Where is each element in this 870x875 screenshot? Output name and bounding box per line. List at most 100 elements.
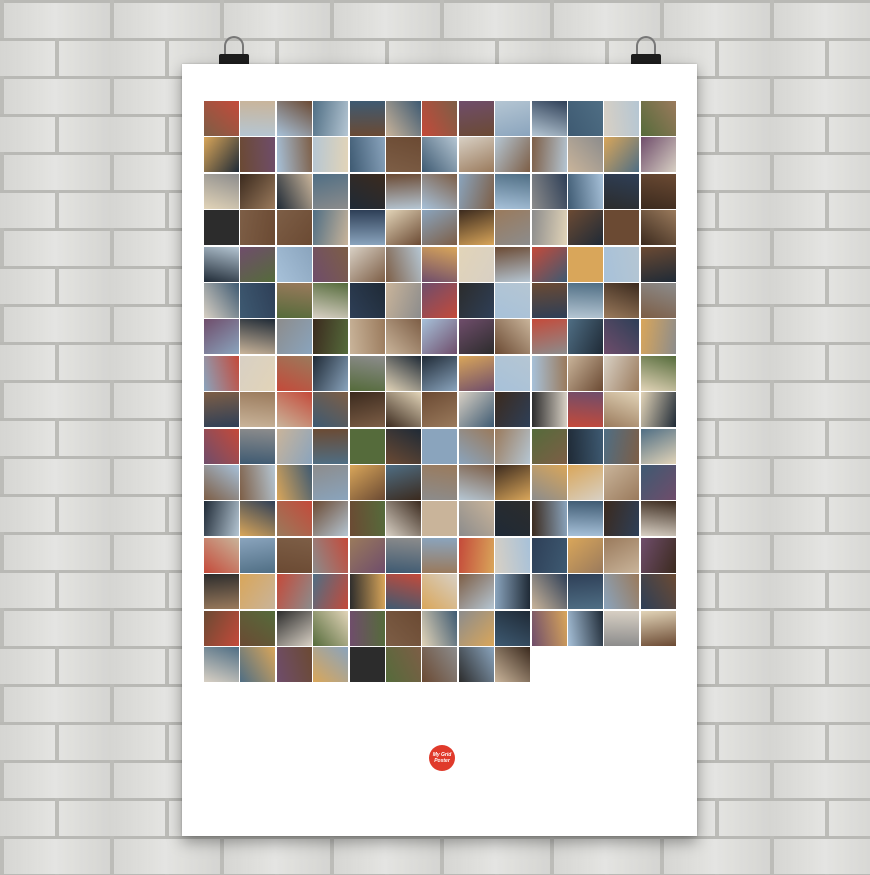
photo-tile <box>240 101 276 136</box>
photo-tile <box>349 283 385 318</box>
photo-tile <box>349 246 385 282</box>
poster-logo-text: My Grid Poster <box>432 752 452 764</box>
photo-tile <box>386 173 421 209</box>
photo-tile <box>386 246 421 282</box>
photo-tile <box>422 574 458 610</box>
photo-tile <box>458 647 494 682</box>
mortar-joint <box>715 494 719 532</box>
photo-tile <box>422 392 458 428</box>
photo-tile <box>495 210 531 246</box>
photo-tile <box>276 392 312 428</box>
mortar-joint <box>715 798 719 836</box>
photo-tile <box>313 101 349 136</box>
photo-tile <box>276 501 312 537</box>
mortar-joint <box>825 190 829 228</box>
photo-tile <box>568 537 603 573</box>
mortar-joint <box>715 342 719 380</box>
photo-tile <box>313 647 349 682</box>
photo-tile <box>531 319 567 355</box>
photo-tile <box>240 210 276 246</box>
photo-tile <box>495 101 531 136</box>
mortar-joint <box>110 836 114 874</box>
photo-tile <box>422 537 458 573</box>
photo-tile <box>568 319 603 355</box>
photo-tile <box>531 355 567 391</box>
photo-tile <box>640 246 676 282</box>
mortar-joint <box>0 608 4 646</box>
photo-tile <box>349 501 385 537</box>
photo-tile <box>640 210 676 246</box>
photo-tile <box>640 428 676 464</box>
photo-tile <box>276 173 312 209</box>
mortar-joint <box>715 190 719 228</box>
photo-tile <box>604 537 640 573</box>
photo-tile <box>568 137 603 173</box>
photo-tile <box>422 465 458 500</box>
photo-tile <box>204 210 239 246</box>
photo-tile <box>495 501 531 537</box>
photo-tile <box>276 319 312 355</box>
mortar-joint <box>330 0 334 38</box>
photo-tile <box>458 428 494 464</box>
mortar-joint <box>770 684 774 722</box>
mortar-joint <box>0 380 4 418</box>
photo-tile <box>313 465 349 500</box>
photo-tile <box>495 355 531 391</box>
photo-tile <box>349 355 385 391</box>
photo-tile <box>531 246 567 282</box>
photo-tile <box>640 355 676 391</box>
photo-tile <box>276 355 312 391</box>
photo-tile <box>640 173 676 209</box>
mortar-joint <box>550 0 554 38</box>
mortar-joint <box>770 836 774 874</box>
photo-tile <box>204 246 239 282</box>
mortar-joint <box>660 0 664 38</box>
photo-tile <box>458 465 494 500</box>
photo-tile <box>386 610 421 646</box>
photo-tile <box>640 101 676 136</box>
photo-tile <box>568 210 603 246</box>
mortar-joint <box>715 646 719 684</box>
mortar-joint <box>825 722 829 760</box>
mortar-joint <box>715 114 719 152</box>
photo-tile <box>531 283 567 318</box>
mortar-joint <box>0 0 4 38</box>
photo-tile <box>204 428 239 464</box>
photo-tile <box>531 392 567 428</box>
mortar-joint <box>110 380 114 418</box>
mortar-joint <box>550 836 554 874</box>
photo-tile <box>640 392 676 428</box>
photo-tile <box>531 501 567 537</box>
photo-tile <box>204 137 239 173</box>
mortar-joint <box>165 190 169 228</box>
photo-tile <box>604 137 640 173</box>
mortar-joint <box>0 684 4 722</box>
mortar-joint <box>330 836 334 874</box>
photo-tile <box>568 465 603 500</box>
photo-tile <box>204 610 239 646</box>
mortar-joint <box>165 266 169 304</box>
photo-tile <box>349 647 385 682</box>
mortar-joint <box>770 0 774 38</box>
photo-tile <box>495 283 531 318</box>
photo-tile <box>204 537 239 573</box>
photo-tile <box>568 355 603 391</box>
mortar-joint <box>55 494 59 532</box>
photo-tile <box>458 392 494 428</box>
photo-tile <box>204 501 239 537</box>
photo-tile <box>386 465 421 500</box>
mortar-joint <box>715 38 719 76</box>
photo-tile <box>349 428 385 464</box>
photo-tile <box>422 610 458 646</box>
photo-tile <box>458 537 494 573</box>
photo-tile <box>276 210 312 246</box>
photo-tile <box>386 647 421 682</box>
mortar-joint <box>55 646 59 684</box>
photo-tile <box>458 137 494 173</box>
photo-tile <box>604 210 640 246</box>
mortar-joint <box>55 570 59 608</box>
mortar-joint <box>440 836 444 874</box>
photo-tile <box>604 173 640 209</box>
photo-tile <box>458 610 494 646</box>
photo-tile <box>458 210 494 246</box>
